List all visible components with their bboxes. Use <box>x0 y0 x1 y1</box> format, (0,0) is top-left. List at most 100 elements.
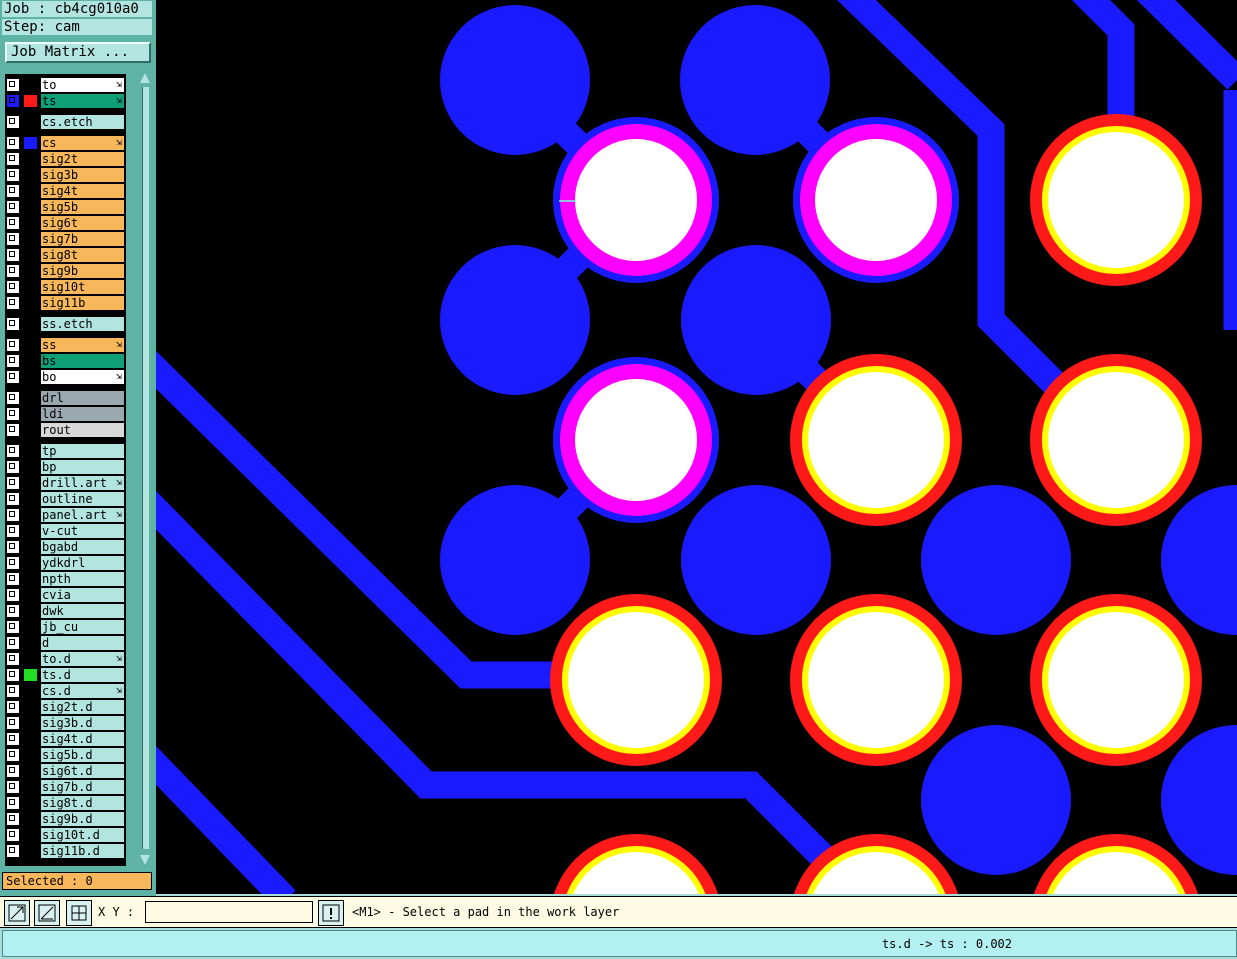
layer-row-ss[interactable]: ss ⇲ <box>5 337 126 353</box>
layer-label[interactable]: outline <box>41 492 124 506</box>
layer-checkbox[interactable] <box>7 493 19 505</box>
layer-checkbox[interactable] <box>7 355 19 367</box>
layer-label[interactable]: sig2t.d <box>41 700 124 714</box>
zoom-fit-button[interactable] <box>4 900 30 926</box>
graphics-canvas[interactable] <box>156 0 1237 894</box>
layer-row-sig11b-d[interactable]: sig11b.d <box>5 843 126 859</box>
layer-checkbox[interactable] <box>7 781 19 793</box>
layer-label[interactable]: bo ⇲ <box>41 370 124 384</box>
layer-label[interactable]: sig4t.d <box>41 732 124 746</box>
layer-checkbox[interactable] <box>7 217 19 229</box>
layer-row-rout[interactable]: rout <box>5 422 126 438</box>
layer-label[interactable]: sig6t.d <box>41 764 124 778</box>
layer-label[interactable]: ss.etch <box>41 317 124 331</box>
layer-checkbox[interactable] <box>7 797 19 809</box>
layer-label[interactable]: tp <box>41 444 124 458</box>
layer-label[interactable]: cs.d ⇲ <box>41 684 124 698</box>
layer-label[interactable]: bp <box>41 460 124 474</box>
layer-row-panel-art[interactable]: panel.art ⇲ <box>5 507 126 523</box>
layer-checkbox[interactable] <box>7 265 19 277</box>
layer-checkbox[interactable] <box>7 685 19 697</box>
layer-checkbox[interactable] <box>7 392 19 404</box>
layer-row-drl[interactable]: drl <box>5 390 126 406</box>
layer-row-ldi[interactable]: ldi <box>5 406 126 422</box>
alert-button[interactable] <box>318 900 344 926</box>
layer-label[interactable]: drl <box>41 391 124 405</box>
layer-row-bo[interactable]: bo ⇲ <box>5 369 126 385</box>
layer-row-dwk[interactable]: dwk <box>5 603 126 619</box>
layer-row-v-cut[interactable]: v-cut <box>5 523 126 539</box>
layer-row-sig2t[interactable]: sig2t <box>5 151 126 167</box>
layer-checkbox[interactable] <box>7 424 19 436</box>
layer-row-ss-etch[interactable]: ss.etch <box>5 316 126 332</box>
layer-row-sig8t[interactable]: sig8t <box>5 247 126 263</box>
layer-checkbox[interactable] <box>7 445 19 457</box>
layer-label[interactable]: ydkdrl <box>41 556 124 570</box>
layer-checkbox[interactable] <box>7 653 19 665</box>
layer-checkbox[interactable] <box>7 281 19 293</box>
layer-row-npth[interactable]: npth <box>5 571 126 587</box>
layer-label[interactable]: sig2t <box>41 152 124 166</box>
layer-checkbox[interactable] <box>7 541 19 553</box>
layer-checkbox[interactable] <box>7 717 19 729</box>
layer-label[interactable]: bs <box>41 354 124 368</box>
layer-row-drill-art[interactable]: drill.art ⇲ <box>5 475 126 491</box>
scroll-down-icon[interactable] <box>140 855 150 865</box>
layer-row-sig4t[interactable]: sig4t <box>5 183 126 199</box>
layer-label[interactable]: sig8t <box>41 248 124 262</box>
layer-label[interactable]: ts.d <box>41 668 124 682</box>
job-matrix-button[interactable]: Job Matrix ... <box>5 42 151 63</box>
layer-checkbox[interactable] <box>7 153 19 165</box>
layer-label[interactable]: sig5b.d <box>41 748 124 762</box>
xy-input[interactable] <box>145 901 313 923</box>
layer-checkbox[interactable] <box>7 477 19 489</box>
layer-label[interactable]: sig9b.d <box>41 812 124 826</box>
layer-row-cvia[interactable]: cvia <box>5 587 126 603</box>
layer-checkbox[interactable] <box>7 525 19 537</box>
layer-label[interactable]: sig10t <box>41 280 124 294</box>
layer-label[interactable]: sig11b.d <box>41 844 124 858</box>
layer-row-sig2t-d[interactable]: sig2t.d <box>5 699 126 715</box>
layer-label[interactable]: rout <box>41 423 124 437</box>
layer-checkbox[interactable] <box>7 573 19 585</box>
layer-checkbox[interactable] <box>7 813 19 825</box>
layer-row-sig8t-d[interactable]: sig8t.d <box>5 795 126 811</box>
layer-row-sig3b-d[interactable]: sig3b.d <box>5 715 126 731</box>
layer-label[interactable]: drill.art ⇲ <box>41 476 124 490</box>
layer-label[interactable]: jb_cu <box>41 620 124 634</box>
layer-checkbox[interactable] <box>7 605 19 617</box>
layer-label[interactable]: sig4t <box>41 184 124 198</box>
layer-checkbox[interactable] <box>7 137 19 149</box>
layer-checkbox[interactable] <box>7 701 19 713</box>
layer-label[interactable]: sig3b.d <box>41 716 124 730</box>
layer-checkbox[interactable] <box>7 509 19 521</box>
layer-row-sig5b[interactable]: sig5b <box>5 199 126 215</box>
layer-row-sig6t[interactable]: sig6t <box>5 215 126 231</box>
layer-row-sig4t-d[interactable]: sig4t.d <box>5 731 126 747</box>
layer-checkbox[interactable] <box>7 297 19 309</box>
layer-row-ydkdrl[interactable]: ydkdrl <box>5 555 126 571</box>
layer-label[interactable]: sig7b.d <box>41 780 124 794</box>
layer-label[interactable]: bgabd <box>41 540 124 554</box>
layer-label[interactable]: cs ⇲ <box>41 136 124 150</box>
scroll-track[interactable] <box>142 87 149 849</box>
layer-label[interactable]: ldi <box>41 407 124 421</box>
layer-checkbox[interactable] <box>7 589 19 601</box>
layer-row-sig7b-d[interactable]: sig7b.d <box>5 779 126 795</box>
layer-label[interactable]: cvia <box>41 588 124 602</box>
layer-label[interactable]: panel.art ⇲ <box>41 508 124 522</box>
layer-label[interactable]: dwk <box>41 604 124 618</box>
grid-snap-button[interactable] <box>66 900 92 926</box>
layer-checkbox[interactable] <box>7 185 19 197</box>
layer-row-cs-etch[interactable]: cs.etch <box>5 114 126 130</box>
layer-checkbox[interactable] <box>7 845 19 857</box>
layer-label[interactable]: sig10t.d <box>41 828 124 842</box>
layer-row-sig3b[interactable]: sig3b <box>5 167 126 183</box>
layer-row-bs[interactable]: bs <box>5 353 126 369</box>
layer-row-sig9b[interactable]: sig9b <box>5 263 126 279</box>
layer-row-ts[interactable]: ts ⇲ <box>5 93 126 109</box>
pcb-view[interactable] <box>156 0 1237 894</box>
layer-checkbox[interactable] <box>7 408 19 420</box>
layer-label[interactable]: ts ⇲ <box>41 94 124 108</box>
layer-checkbox[interactable] <box>7 621 19 633</box>
